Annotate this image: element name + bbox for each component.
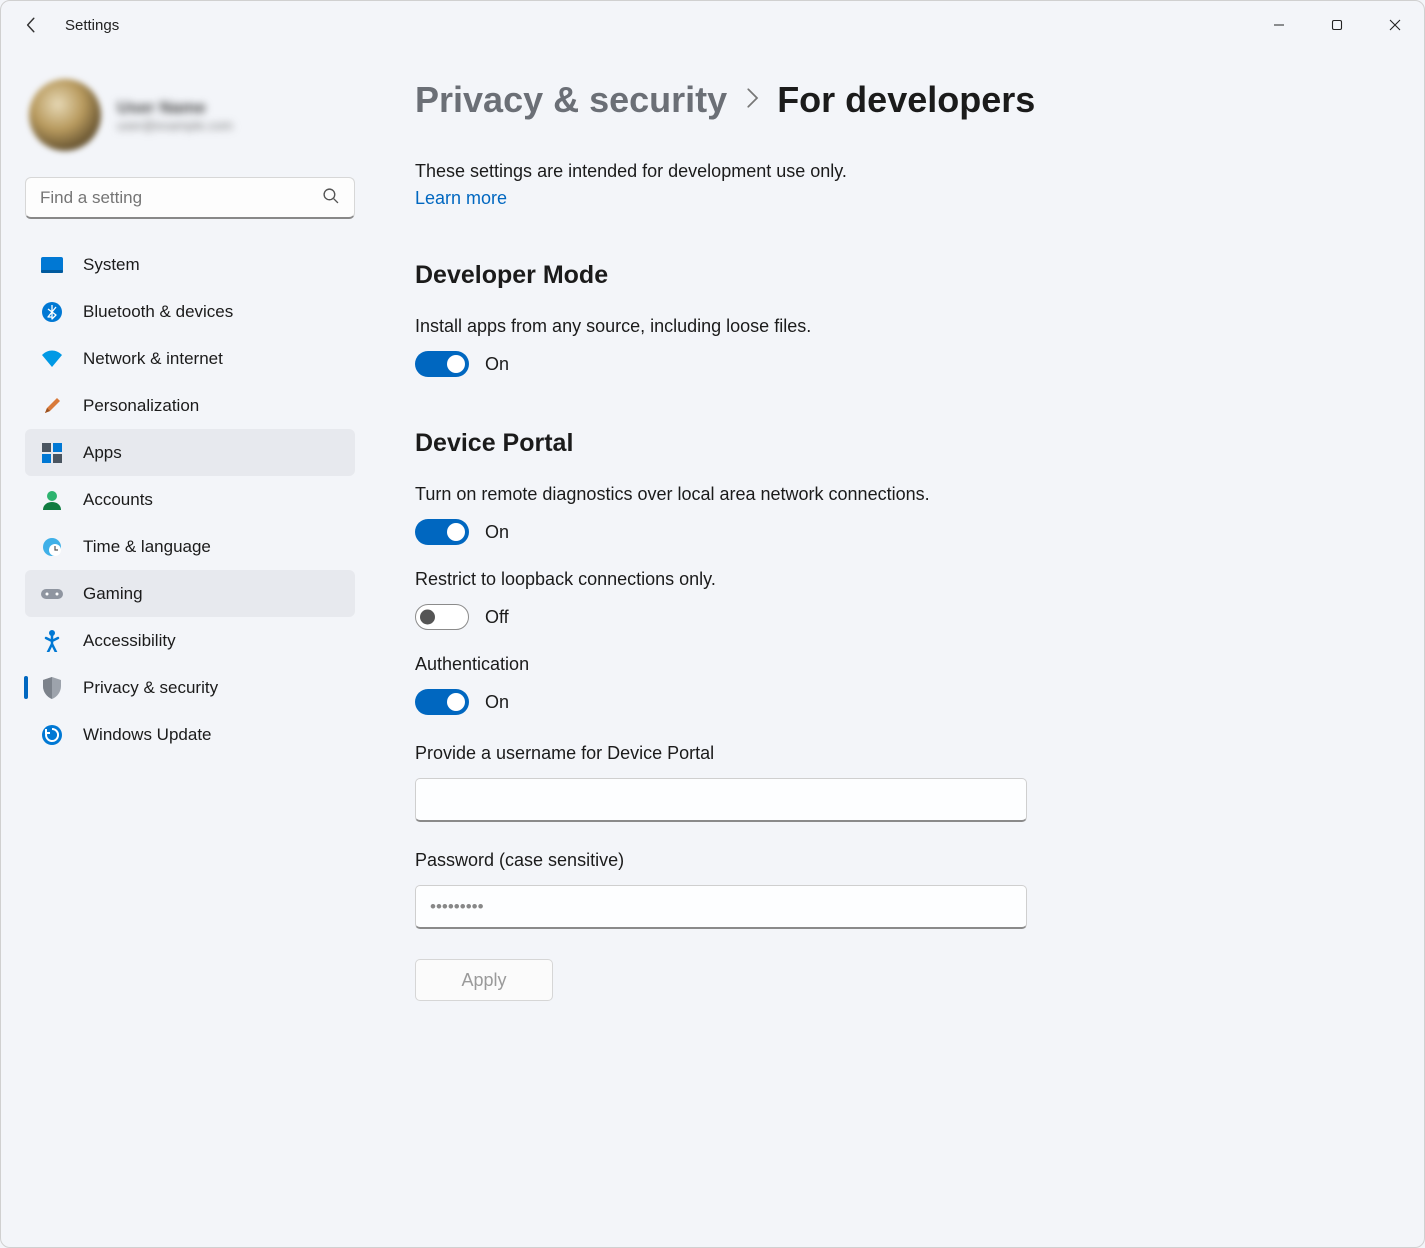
sidebar-item-label: Accounts — [83, 490, 153, 510]
sidebar-item-label: Gaming — [83, 584, 143, 604]
sidebar-item-accessibility[interactable]: Accessibility — [25, 617, 355, 664]
person-icon — [41, 489, 63, 511]
remote-desc: Turn on remote diagnostics over local ar… — [415, 484, 1368, 505]
sidebar-item-privacy-security[interactable]: Privacy & security — [25, 664, 355, 711]
loopback-state: Off — [485, 607, 509, 628]
maximize-button[interactable] — [1308, 1, 1366, 49]
sidebar-item-network[interactable]: Network & internet — [25, 335, 355, 382]
sidebar-item-gaming[interactable]: Gaming — [25, 570, 355, 617]
update-icon — [41, 724, 63, 746]
avatar — [29, 79, 101, 151]
minimize-button[interactable] — [1250, 1, 1308, 49]
breadcrumb-parent[interactable]: Privacy & security — [415, 79, 727, 121]
devmode-state: On — [485, 354, 509, 375]
devmode-toggle[interactable] — [415, 351, 469, 377]
sidebar-item-label: Time & language — [83, 537, 211, 557]
brush-icon — [41, 395, 63, 417]
sidebar-item-label: Windows Update — [83, 725, 212, 745]
auth-desc: Authentication — [415, 654, 1368, 675]
search-icon — [322, 187, 339, 209]
sidebar-item-label: Privacy & security — [83, 678, 218, 698]
auth-state: On — [485, 692, 509, 713]
profile-email: user@example.com — [117, 118, 233, 133]
sidebar-item-label: Personalization — [83, 396, 199, 416]
sidebar-item-label: System — [83, 255, 140, 275]
chevron-right-icon — [745, 88, 759, 113]
sidebar-item-time-language[interactable]: Time & language — [25, 523, 355, 570]
sidebar-item-label: Accessibility — [83, 631, 176, 651]
sidebar-item-label: Bluetooth & devices — [83, 302, 233, 322]
breadcrumb-current: For developers — [777, 79, 1035, 121]
back-button[interactable] — [21, 15, 41, 35]
username-input[interactable] — [415, 778, 1027, 822]
globe-clock-icon — [41, 536, 63, 558]
sidebar-item-bluetooth[interactable]: Bluetooth & devices — [25, 288, 355, 335]
app-title: Settings — [65, 17, 119, 34]
profile-block[interactable]: User Name user@example.com — [25, 69, 369, 177]
sidebar-item-system[interactable]: System — [25, 241, 355, 288]
sidebar-item-personalization[interactable]: Personalization — [25, 382, 355, 429]
apply-button[interactable]: Apply — [415, 959, 553, 1001]
wifi-icon — [41, 348, 63, 370]
sidebar: User Name user@example.com System — [1, 49, 379, 1247]
loopback-desc: Restrict to loopback connections only. — [415, 569, 1368, 590]
system-icon — [41, 254, 63, 276]
apps-icon — [41, 442, 63, 464]
shield-icon — [41, 677, 63, 699]
sidebar-item-label: Network & internet — [83, 349, 223, 369]
accessibility-icon — [41, 630, 63, 652]
sidebar-item-accounts[interactable]: Accounts — [25, 476, 355, 523]
sidebar-item-apps[interactable]: Apps — [25, 429, 355, 476]
devmode-desc: Install apps from any source, including … — [415, 316, 1368, 337]
auth-toggle[interactable] — [415, 689, 469, 715]
remote-toggle[interactable] — [415, 519, 469, 545]
intro-text: These settings are intended for developm… — [415, 161, 1368, 182]
sidebar-item-windows-update[interactable]: Windows Update — [25, 711, 355, 758]
section-heading-device-portal: Device Portal — [415, 429, 1368, 458]
learn-more-link[interactable]: Learn more — [415, 188, 507, 208]
password-label: Password (case sensitive) — [415, 850, 1368, 871]
profile-name: User Name — [117, 98, 233, 118]
close-button[interactable] — [1366, 1, 1424, 49]
username-label: Provide a username for Device Portal — [415, 743, 1368, 764]
password-input[interactable] — [415, 885, 1027, 929]
gamepad-icon — [41, 583, 63, 605]
breadcrumb: Privacy & security For developers — [415, 79, 1368, 121]
search-input[interactable] — [25, 177, 355, 219]
bluetooth-icon — [41, 301, 63, 323]
section-heading-devmode: Developer Mode — [415, 261, 1368, 290]
main-content: Privacy & security For developers These … — [379, 49, 1424, 1247]
sidebar-item-label: Apps — [83, 443, 122, 463]
titlebar: Settings — [1, 1, 1424, 49]
loopback-toggle[interactable] — [415, 604, 469, 630]
remote-state: On — [485, 522, 509, 543]
